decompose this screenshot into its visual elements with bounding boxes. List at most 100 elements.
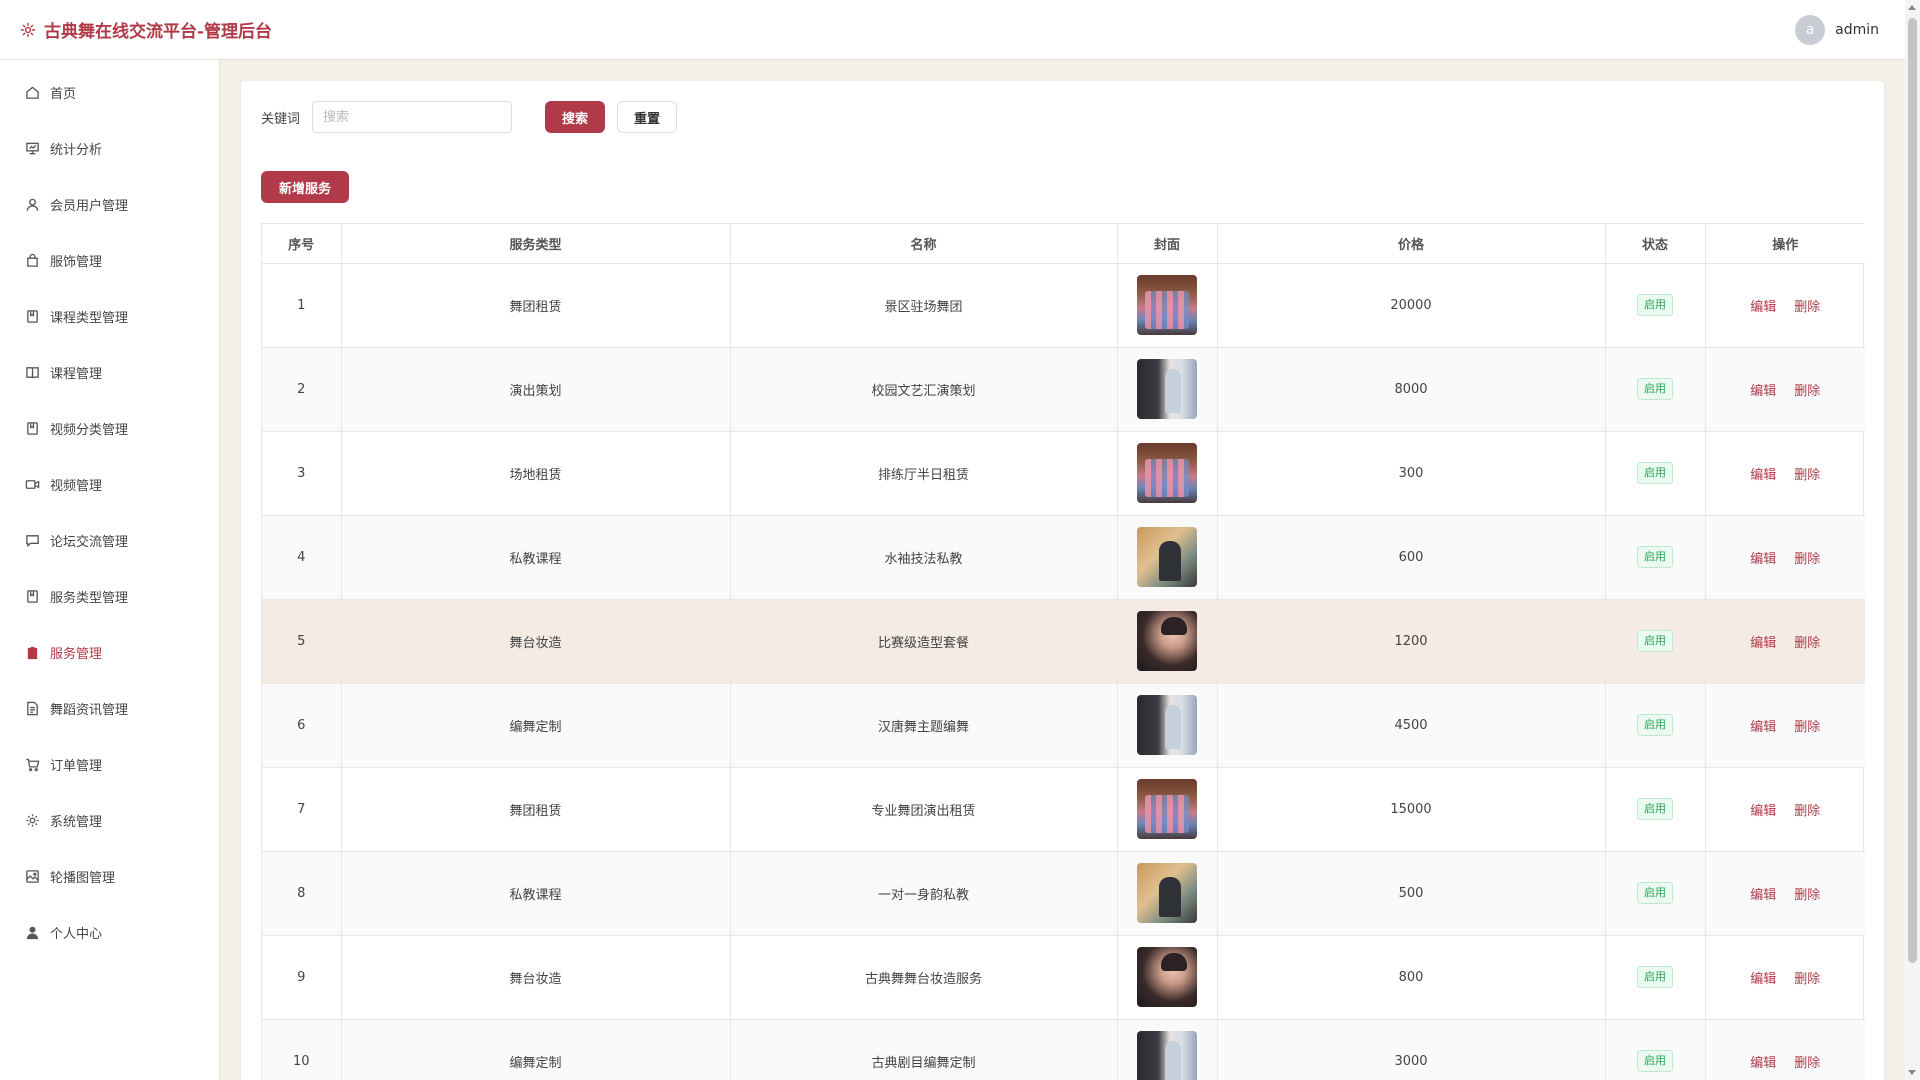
cover-image[interactable] [1137, 611, 1197, 671]
top-header: 古典舞在线交流平台-管理后台 a admin [0, 0, 1905, 60]
delete-button[interactable]: 删除 [1794, 972, 1820, 987]
sidebar-item-label: 服饰管理 [50, 254, 103, 270]
cover-image[interactable] [1137, 695, 1197, 755]
column-header-name: 名称 [730, 224, 1118, 264]
table-row: 1 舞团租赁 景区驻场舞团 20000 启用 编辑 删除 [262, 263, 1865, 348]
edit-button[interactable]: 编辑 [1750, 300, 1776, 315]
cover-image[interactable] [1137, 527, 1197, 587]
sidebar-item-label: 会员用户管理 [50, 198, 129, 214]
column-header-cover: 封面 [1117, 224, 1218, 264]
user-menu[interactable]: a admin [1795, 14, 1885, 45]
cell-price: 600 [1217, 515, 1606, 600]
cell-name: 比赛级造型套餐 [730, 599, 1118, 684]
sidebar-item-services[interactable]: 服务管理 [0, 624, 219, 680]
status-badge: 启用 [1637, 798, 1673, 820]
sidebar-item-course-types[interactable]: 课程类型管理 [0, 288, 219, 344]
image-icon [24, 868, 40, 884]
page-scrollbar[interactable] [1905, 0, 1920, 1080]
status-badge: 启用 [1637, 966, 1673, 988]
person-icon [24, 924, 40, 940]
column-header-actions: 操作 [1705, 224, 1865, 264]
cell-index: 6 [262, 683, 342, 768]
edit-button[interactable]: 编辑 [1750, 552, 1776, 567]
sidebar-item-carousel[interactable]: 轮播图管理 [0, 848, 219, 904]
cell-type: 私教课程 [341, 851, 731, 936]
sidebar-item-courses[interactable]: 课程管理 [0, 344, 219, 400]
gear-icon [24, 812, 40, 828]
edit-button[interactable]: 编辑 [1750, 972, 1776, 987]
cover-image[interactable] [1137, 275, 1197, 335]
cell-name: 校园文艺汇演策划 [730, 347, 1118, 432]
cell-index: 9 [262, 935, 342, 1020]
edit-button[interactable]: 编辑 [1750, 720, 1776, 735]
sidebar-item-statistics[interactable]: 统计分析 [0, 120, 219, 176]
sidebar-item-label: 个人中心 [50, 926, 103, 942]
delete-button[interactable]: 删除 [1794, 888, 1820, 903]
bag-icon [24, 252, 40, 268]
delete-button[interactable]: 删除 [1794, 720, 1820, 735]
cover-image[interactable] [1137, 1031, 1197, 1080]
cell-index: 3 [262, 431, 342, 516]
sidebar-item-label: 服务管理 [50, 646, 103, 662]
cover-image[interactable] [1137, 779, 1197, 839]
cell-name: 一对一身韵私教 [730, 851, 1118, 936]
sidebar-item-members[interactable]: 会员用户管理 [0, 176, 219, 232]
sidebar-item-home[interactable]: 首页 [0, 64, 219, 120]
cover-image[interactable] [1137, 863, 1197, 923]
status-badge: 启用 [1637, 630, 1673, 652]
edit-button[interactable]: 编辑 [1750, 384, 1776, 399]
scroll-thumb[interactable] [1908, 18, 1917, 963]
cell-index: 10 [262, 1019, 342, 1080]
bookmark-icon [24, 420, 40, 436]
cell-type: 编舞定制 [341, 1019, 731, 1080]
delete-button[interactable]: 删除 [1794, 804, 1820, 819]
keyword-search-input[interactable] [312, 101, 513, 133]
book-icon [24, 364, 40, 380]
reset-button[interactable]: 重置 [617, 101, 678, 133]
sidebar-item-videos[interactable]: 视频管理 [0, 456, 219, 512]
cell-index: 1 [262, 263, 342, 348]
cell-price: 500 [1217, 851, 1606, 936]
delete-button[interactable]: 删除 [1794, 300, 1820, 315]
status-badge: 启用 [1637, 294, 1673, 316]
table-row: 6 编舞定制 汉唐舞主题编舞 4500 启用 编辑 删除 [262, 683, 1865, 768]
status-badge: 启用 [1637, 462, 1673, 484]
gear-logo-icon [20, 22, 36, 38]
cover-image[interactable] [1137, 359, 1197, 419]
username[interactable]: admin [1835, 22, 1879, 38]
search-button[interactable]: 搜索 [545, 101, 606, 133]
sidebar-item-system[interactable]: 系统管理 [0, 792, 219, 848]
cell-name: 水袖技法私教 [730, 515, 1118, 600]
cover-image[interactable] [1137, 443, 1197, 503]
sidebar-item-costumes[interactable]: 服饰管理 [0, 232, 219, 288]
status-badge: 启用 [1637, 1050, 1673, 1072]
sidebar-item-video-categories[interactable]: 视频分类管理 [0, 400, 219, 456]
table-row: 2 演出策划 校园文艺汇演策划 8000 启用 编辑 删除 [262, 347, 1865, 432]
delete-button[interactable]: 删除 [1794, 636, 1820, 651]
scroll-down-arrow-icon[interactable] [1908, 1070, 1916, 1075]
delete-button[interactable]: 删除 [1794, 552, 1820, 567]
cell-price: 800 [1217, 935, 1606, 1020]
sidebar: 首页 统计分析 会员用户管理 服饰管理 课程类型管理 课程管理 视频分类管理 视… [0, 60, 220, 1080]
sidebar-item-service-types[interactable]: 服务类型管理 [0, 568, 219, 624]
avatar[interactable]: a [1795, 14, 1826, 45]
edit-button[interactable]: 编辑 [1750, 804, 1776, 819]
edit-button[interactable]: 编辑 [1750, 636, 1776, 651]
sidebar-item-label: 订单管理 [50, 758, 103, 774]
sidebar-item-news[interactable]: 舞蹈资讯管理 [0, 680, 219, 736]
edit-button[interactable]: 编辑 [1750, 888, 1776, 903]
cell-type: 演出策划 [341, 347, 731, 432]
scroll-up-arrow-icon[interactable] [1908, 5, 1916, 10]
sidebar-item-forum[interactable]: 论坛交流管理 [0, 512, 219, 568]
sidebar-item-orders[interactable]: 订单管理 [0, 736, 219, 792]
sidebar-item-profile[interactable]: 个人中心 [0, 904, 219, 960]
brand: 古典舞在线交流平台-管理后台 [20, 17, 272, 42]
cover-image[interactable] [1137, 947, 1197, 1007]
delete-button[interactable]: 删除 [1794, 468, 1820, 483]
delete-button[interactable]: 删除 [1794, 384, 1820, 399]
delete-button[interactable]: 删除 [1794, 1056, 1820, 1071]
edit-button[interactable]: 编辑 [1750, 1056, 1776, 1071]
edit-button[interactable]: 编辑 [1750, 468, 1776, 483]
chat-icon [24, 532, 40, 548]
add-service-button[interactable]: 新增服务 [261, 171, 349, 203]
